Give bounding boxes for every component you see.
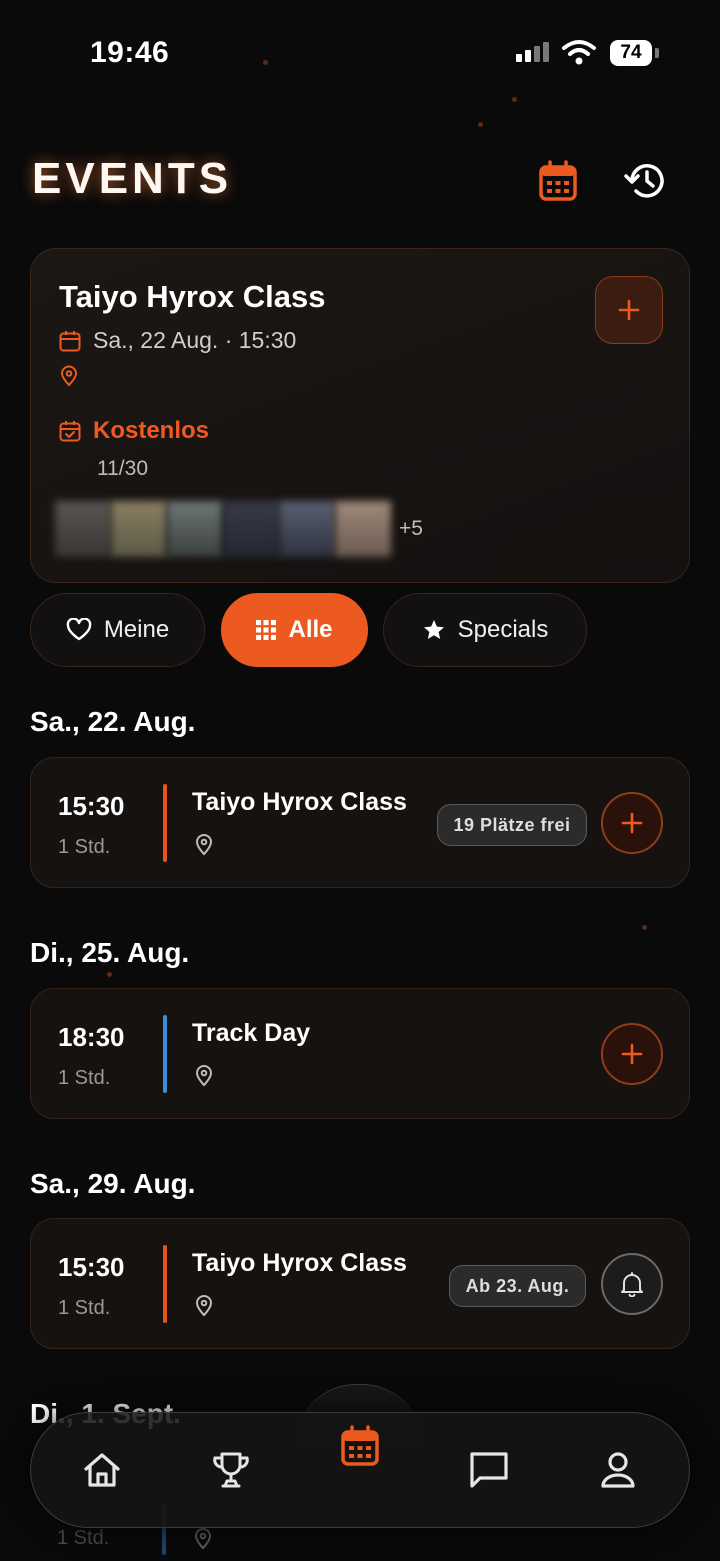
filter-alle-label: Alle [288, 616, 333, 643]
avatar [335, 501, 391, 557]
filter-specials-label: Specials [457, 616, 549, 643]
page-title: EVENTS [32, 154, 233, 203]
battery-tip [655, 48, 659, 58]
avatar [279, 501, 335, 557]
star-icon [423, 620, 444, 639]
avatar [167, 501, 223, 557]
seats-free-badge: 19 Plätze frei [437, 804, 587, 846]
location-pin-icon [195, 834, 213, 856]
event-duration: 1 Std. [57, 1527, 110, 1549]
signal-icon [516, 42, 549, 62]
add-event-button[interactable] [601, 792, 663, 854]
heart-icon [66, 618, 92, 641]
event-time: 18:30 [58, 1022, 125, 1052]
featured-event-participant-count: 11/30 [97, 457, 148, 480]
featured-event-card[interactable]: Taiyo Hyrox Class Sa., 22 Aug. · 15:30 K… [30, 248, 690, 583]
featured-event-price-row: Kostenlos [59, 417, 209, 445]
event-accent-bar [163, 1245, 167, 1323]
history-icon[interactable] [624, 160, 668, 202]
bell-icon [621, 1272, 643, 1297]
event-duration: 1 Std. [58, 836, 111, 858]
plus-icon [621, 1043, 643, 1065]
location-pin-icon [194, 1528, 212, 1550]
avatar [55, 501, 111, 557]
ambient-dot [263, 60, 268, 65]
ambient-dot [478, 122, 483, 127]
featured-event-title: Taiyo Hyrox Class [59, 279, 326, 314]
event-accent-bar [163, 1015, 167, 1093]
avatar [111, 501, 167, 557]
event-card[interactable]: 15:30 1 Std. Taiyo Hyrox Class Ab 23. Au… [30, 1218, 690, 1349]
available-from-badge: Ab 23. Aug. [449, 1265, 586, 1307]
event-title: Track Day [192, 1019, 311, 1047]
nav-profile[interactable] [588, 1440, 648, 1500]
featured-event-date-row: Sa., 22 Aug. · 15:30 [59, 327, 296, 354]
event-time: 15:30 [58, 1252, 125, 1282]
filter-meine[interactable]: Meine [30, 593, 205, 667]
wifi-icon [562, 40, 596, 65]
profile-icon [601, 1452, 635, 1488]
nav-chat[interactable] [459, 1440, 519, 1500]
location-pin-icon [195, 1065, 213, 1087]
day-heading: Di., 25. Aug. [30, 937, 190, 968]
avatar [223, 501, 279, 557]
plus-icon [621, 812, 643, 834]
ambient-dot [642, 925, 647, 930]
featured-event-location-row [59, 365, 79, 387]
day-heading: Sa., 29. Aug. [30, 1168, 196, 1199]
featured-event-price: Kostenlos [93, 417, 210, 444]
event-title: Taiyo Hyrox Class [192, 1249, 407, 1277]
event-card[interactable]: 15:30 1 Std. Taiyo Hyrox Class 19 Plätze… [30, 757, 690, 888]
nav-calendar[interactable] [330, 1416, 390, 1476]
status-time: 19:46 [90, 36, 170, 69]
ambient-dot [107, 972, 112, 977]
battery-indicator: 74 [610, 40, 652, 66]
event-duration: 1 Std. [58, 1297, 111, 1319]
event-duration: 1 Std. [58, 1067, 111, 1089]
ambient-dot [512, 97, 517, 102]
more-attendees-count: +5 [399, 517, 423, 540]
notify-button[interactable] [601, 1253, 663, 1315]
filter-specials[interactable]: Specials [383, 593, 587, 667]
event-title: Taiyo Hyrox Class [192, 788, 407, 816]
nav-home[interactable] [72, 1440, 132, 1500]
calendar-icon[interactable] [538, 160, 578, 202]
location-pin-icon [60, 365, 78, 387]
event-accent-bar [163, 784, 167, 862]
nav-trophy[interactable] [201, 1440, 261, 1500]
calendar-icon [341, 1425, 379, 1466]
filter-meine-label: Meine [103, 616, 170, 643]
grid-icon [256, 620, 277, 640]
featured-event-date: Sa., 22 Aug. · 15:30 [93, 327, 297, 353]
location-pin-icon [195, 1295, 213, 1317]
event-time: 15:30 [58, 791, 125, 821]
featured-add-button[interactable] [595, 276, 663, 344]
event-card[interactable]: 18:30 1 Std. Track Day [30, 988, 690, 1119]
filter-alle[interactable]: Alle [221, 593, 368, 667]
attendee-avatars[interactable]: +5 [55, 501, 423, 557]
plus-icon [618, 299, 640, 321]
chat-icon [470, 1452, 508, 1488]
day-heading: Sa., 22. Aug. [30, 706, 196, 737]
calendar-icon [59, 330, 81, 351]
calendar-check-icon [59, 421, 81, 442]
home-icon [84, 1453, 120, 1487]
add-event-button[interactable] [601, 1023, 663, 1085]
trophy-icon [213, 1452, 249, 1488]
